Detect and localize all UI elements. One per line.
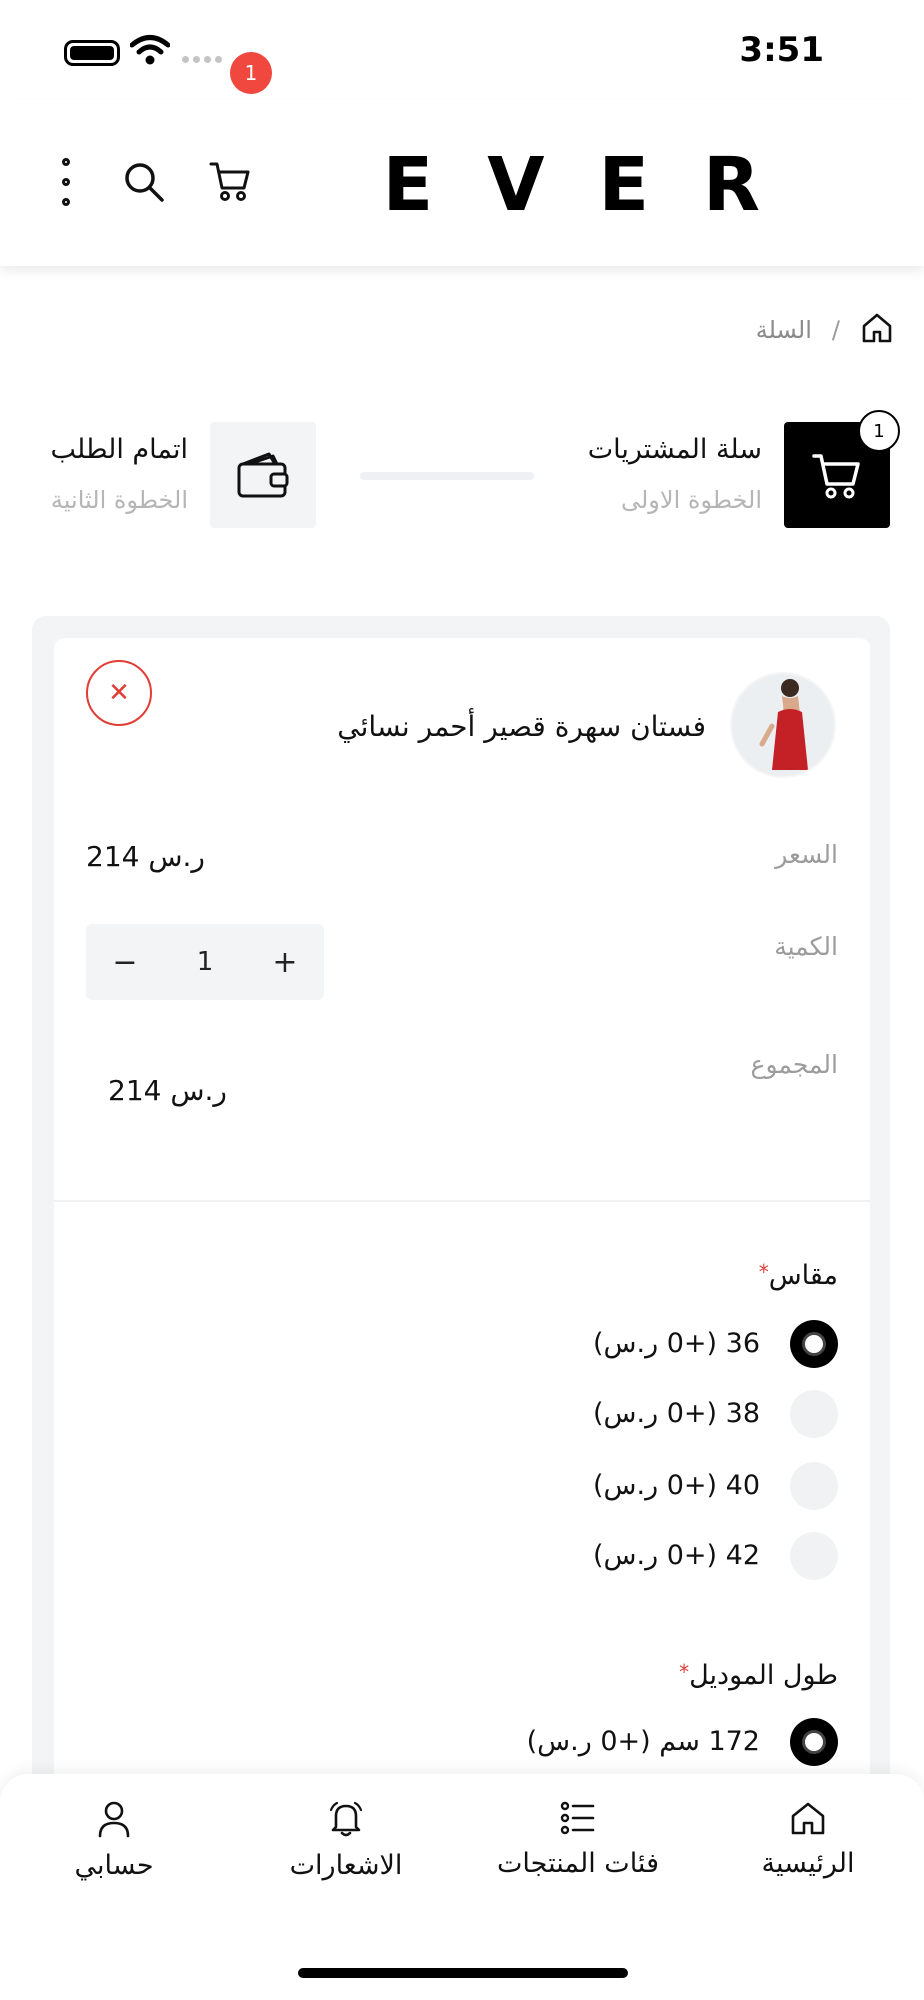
section-divider	[54, 1200, 870, 1202]
quantity-label: الكمية	[774, 932, 838, 961]
signal-icon	[182, 56, 222, 63]
nav-item-categories[interactable]: فئات المنتجات	[478, 1800, 678, 1879]
app-header: EVER	[0, 100, 924, 266]
quantity-value[interactable]: 1	[197, 947, 214, 977]
wifi-icon	[129, 34, 171, 70]
step1-subtitle: الخطوة الاولى	[620, 486, 762, 514]
step1-title: سلة المشتريات	[587, 434, 762, 465]
price-value: 214 ر.س	[86, 840, 205, 873]
size-radio-36[interactable]	[790, 1320, 838, 1368]
step2-subtitle: الخطوة الثانية	[50, 486, 188, 514]
breadcrumb-separator: /	[831, 316, 840, 344]
search-icon[interactable]	[122, 160, 166, 208]
product-image[interactable]	[730, 672, 836, 778]
model-height-option-title: طول الموديل*	[671, 1660, 838, 1691]
status-time: 3:51	[739, 30, 824, 70]
more-options-icon[interactable]	[56, 158, 76, 206]
step-progress-line	[360, 472, 534, 480]
product-name[interactable]: فستان سهرة قصير أحمر نسائي	[337, 710, 706, 743]
size-option-label[interactable]: 42 (+0 ر.س)	[593, 1540, 760, 1571]
user-icon	[98, 1801, 130, 1838]
quantity-stepper: − 1 +	[86, 924, 324, 1000]
size-radio-40[interactable]	[790, 1462, 838, 1510]
cart-count-badge: 1	[230, 52, 272, 94]
home-icon	[791, 1802, 825, 1835]
model-height-option-label[interactable]: 172 سم (+0 ر.س)	[527, 1726, 760, 1757]
close-icon: ✕	[108, 678, 130, 708]
breadcrumb: / السلة	[756, 312, 894, 348]
nav-item-home[interactable]: الرئيسية	[708, 1800, 908, 1879]
total-value: 214 ر.س	[108, 1074, 227, 1107]
required-mark: *	[758, 1260, 769, 1284]
nav-label-account: حسابي	[74, 1850, 154, 1881]
size-title-text: مقاس	[768, 1260, 838, 1291]
remove-item-button[interactable]: ✕	[86, 660, 152, 726]
nav-item-account[interactable]: حسابي	[14, 1800, 214, 1881]
size-option-label[interactable]: 36 (+0 ر.س)	[593, 1328, 760, 1359]
nav-label-notifications: الاشعارات	[289, 1850, 403, 1881]
increase-quantity-button[interactable]: +	[270, 945, 300, 980]
step-count-badge: 1	[858, 410, 900, 452]
home-icon[interactable]	[860, 312, 894, 348]
size-option-title: مقاس*	[751, 1260, 838, 1291]
model-height-radio-172[interactable]	[790, 1718, 838, 1766]
bottom-navigation: الرئيسية فئات المنتجات الاشعارات حسابي	[0, 1774, 924, 2000]
bell-icon	[329, 1801, 363, 1837]
size-radio-38[interactable]	[790, 1390, 838, 1438]
size-radio-42[interactable]	[790, 1532, 838, 1580]
cart-icon[interactable]	[208, 158, 254, 208]
price-label: السعر	[775, 840, 838, 869]
step2-title: اتمام الطلب	[50, 434, 188, 465]
battery-icon	[64, 40, 120, 66]
size-option-label[interactable]: 40 (+0 ر.س)	[593, 1470, 760, 1501]
home-indicator	[298, 1968, 628, 1978]
wallet-icon	[210, 422, 316, 528]
size-option-label[interactable]: 38 (+0 ر.س)	[593, 1398, 760, 1429]
brand-logo[interactable]: EVER	[383, 142, 814, 228]
list-icon	[560, 1801, 595, 1835]
total-label: المجموع	[750, 1050, 838, 1079]
required-mark: *	[679, 1660, 690, 1684]
decrease-quantity-button[interactable]: −	[110, 945, 140, 980]
nav-label-categories: فئات المنتجات	[497, 1848, 659, 1879]
model-height-title-text: طول الموديل	[689, 1660, 838, 1691]
nav-item-notifications[interactable]: الاشعارات	[246, 1800, 446, 1881]
breadcrumb-current: السلة	[755, 316, 812, 344]
nav-label-home: الرئيسية	[761, 1848, 855, 1879]
status-bar: 3:51	[0, 0, 924, 100]
